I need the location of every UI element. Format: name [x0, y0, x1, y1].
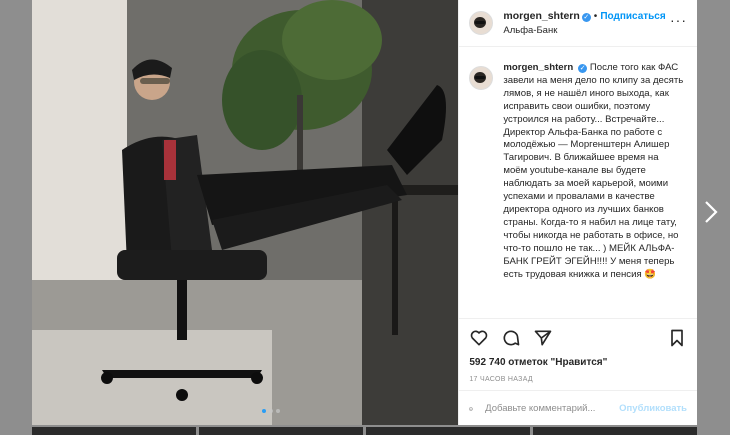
thumbnail[interactable] — [32, 427, 196, 435]
post-header: morgen_shtern ✓ • Подписаться Альфа-Банк ··… — [459, 0, 697, 47]
carousel-dot — [262, 409, 266, 413]
caption-text-block: morgen_shtern ✓ После того как ФАС завели… — [503, 62, 683, 281]
share-icon[interactable] — [533, 328, 553, 348]
caption-username[interactable]: morgen_shtern — [503, 62, 573, 73]
carousel-dot — [269, 409, 273, 413]
carousel-indicator — [262, 409, 283, 413]
post-photo[interactable] — [32, 0, 459, 425]
post-actions: 592 740 отметок "Нравится" 17 ЧАСОВ НАЗА… — [459, 318, 697, 383]
caption-text: После того как ФАС завели на меня дело п… — [503, 62, 684, 280]
publish-comment-button[interactable]: Опубликовать — [619, 403, 687, 414]
thumbnail[interactable] — [366, 427, 530, 435]
thumbnail[interactable] — [199, 427, 363, 435]
next-post-chevron-right-icon[interactable] — [704, 200, 718, 224]
carousel-dot — [276, 409, 280, 413]
more-posts-strip — [32, 427, 697, 435]
thumbnail[interactable] — [533, 427, 697, 435]
caption-avatar[interactable] — [469, 66, 494, 90]
bookmark-icon[interactable] — [667, 328, 687, 348]
emoji-icon[interactable] — [469, 401, 473, 417]
comment-input[interactable] — [483, 402, 620, 415]
username[interactable]: morgen_shtern — [503, 10, 579, 22]
verified-badge-icon: ✓ — [581, 13, 591, 22]
post-sidebar: morgen_shtern ✓ • Подписаться Альфа-Банк ··… — [458, 0, 697, 425]
post-timestamp[interactable]: 17 ЧАСОВ НАЗАД — [469, 376, 687, 383]
location-link[interactable]: Альфа-Банк — [503, 24, 665, 38]
comment-bar: Опубликовать — [459, 390, 697, 426]
avatar[interactable] — [469, 11, 494, 35]
post-image — [32, 0, 459, 425]
post-modal: morgen_shtern ✓ • Подписаться Альфа-Банк ··… — [32, 0, 697, 425]
more-options-icon[interactable]: ··· — [670, 12, 687, 28]
follow-button[interactable]: Подписаться — [600, 11, 665, 22]
heart-icon[interactable] — [469, 328, 489, 348]
caption: morgen_shtern ✓ После того как ФАС завели… — [469, 62, 691, 281]
comment-icon[interactable] — [501, 328, 521, 348]
likes-count[interactable]: 592 740 отметок "Нравится" — [469, 357, 687, 368]
verified-badge-icon: ✓ — [578, 64, 588, 73]
separator-dot: • — [593, 11, 598, 22]
